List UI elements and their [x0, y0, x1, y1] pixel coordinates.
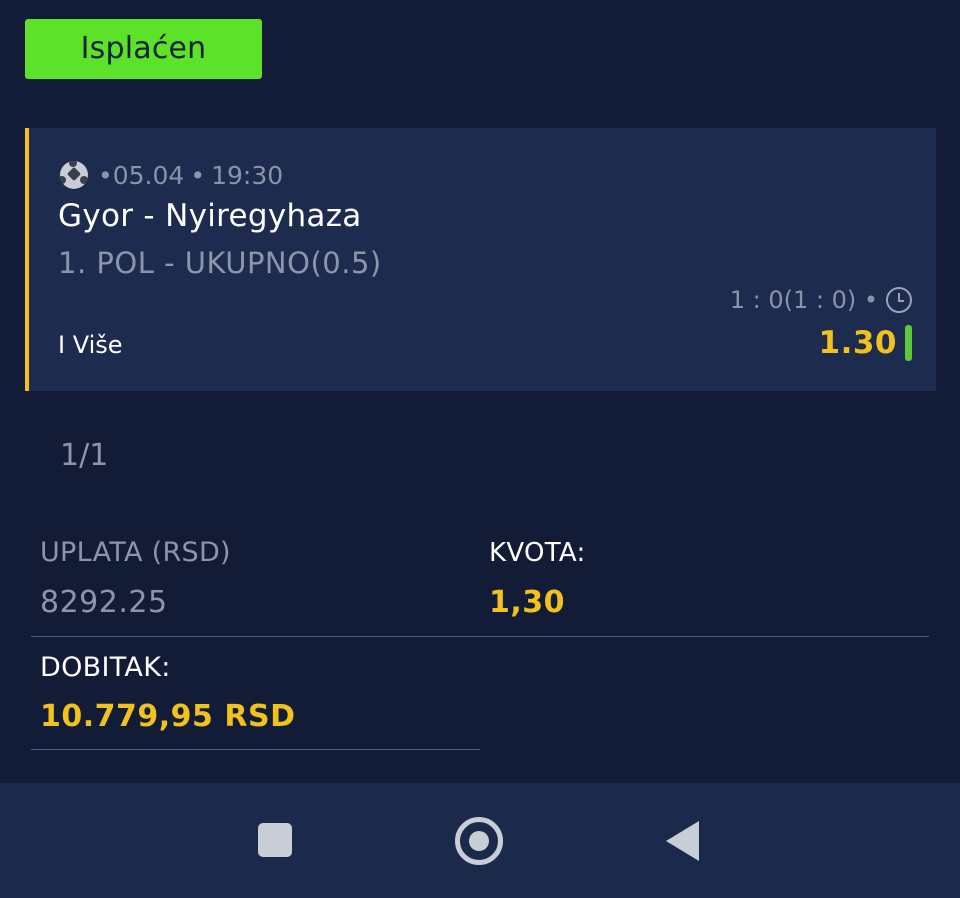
score-row: 1 : 0(1 : 0) • [730, 286, 912, 314]
odd-value: 1.30 [818, 325, 897, 361]
match-title: Gyor - Nyiregyhaza [58, 198, 362, 234]
stake-label: UPLATA (RSD) [40, 537, 231, 568]
recents-square-icon[interactable] [258, 823, 292, 857]
soccer-ball-icon [60, 161, 88, 189]
event-date: •05.04 [98, 160, 185, 190]
stake-value: 8292.25 [40, 585, 168, 620]
system-navigation-bar [0, 783, 960, 898]
event-time: 19:30 [211, 160, 284, 190]
home-circle-icon[interactable] [455, 817, 503, 865]
market-name: 1. POL - UKUPNO(0.5) [58, 246, 382, 280]
win-value: 10.779,95 RSD [40, 699, 296, 734]
odd-row: 1.30 [818, 325, 912, 361]
win-indicator [905, 325, 912, 361]
selection-label: I Više [58, 331, 123, 359]
bet-counter: 1/1 [60, 438, 109, 473]
clock-icon [886, 287, 912, 313]
odds-label: KVOTA: [489, 538, 586, 568]
event-meta: •05.04 • 19:30 [60, 159, 283, 191]
divider [31, 636, 929, 637]
match-score: 1 : 0(1 : 0) • [729, 286, 878, 314]
ticket-screen: Isplaćen •05.04 • 19:30 Gyor - Nyiregyha… [0, 0, 960, 898]
divider [31, 749, 480, 750]
meta-separator: • [190, 160, 206, 190]
odds-value: 1,30 [489, 585, 566, 620]
back-triangle-icon[interactable] [666, 821, 699, 861]
bet-card[interactable]: •05.04 • 19:30 Gyor - Nyiregyhaza 1. POL… [25, 128, 936, 391]
status-badge: Isplaćen [25, 19, 262, 79]
win-label: DOBITAK: [40, 652, 171, 683]
